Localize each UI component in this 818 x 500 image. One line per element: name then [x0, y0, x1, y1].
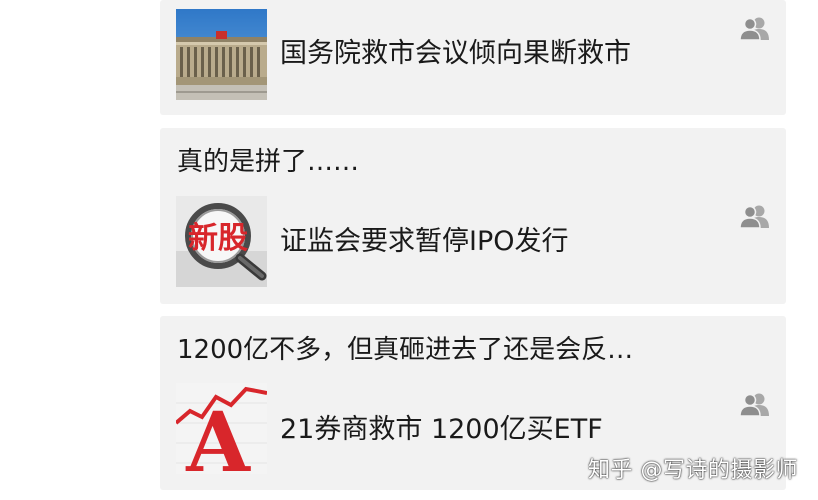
share-comment: 1200亿不多，但真砸进去了还是会反…	[177, 335, 634, 365]
news-title[interactable]: 证监会要求暂停IPO发行	[280, 225, 569, 259]
news-title[interactable]: 国务院救市会议倾向果断救市	[280, 37, 631, 71]
news-card[interactable]: 国务院救市会议倾向果断救市	[160, 0, 786, 115]
news-title[interactable]: 21券商救市 1200亿买ETF	[280, 413, 603, 447]
magnifier-new-shares-photo: 新股	[176, 196, 267, 287]
user-group-icon[interactable]	[739, 392, 770, 417]
news-feed: 国务院救市会议倾向果断救市 真的是拼了…… 新股 证监会要求暂停IPO发行 12…	[0, 0, 818, 500]
news-thumbnail[interactable]: 新股	[176, 196, 267, 287]
news-thumbnail[interactable]: A	[176, 383, 267, 474]
government-building-photo	[176, 9, 267, 100]
news-thumbnail[interactable]	[176, 9, 267, 100]
letter-a-text: A	[185, 395, 251, 474]
zhihu-watermark: 知乎 @写诗的摄影师	[588, 458, 798, 483]
news-card[interactable]: 真的是拼了…… 新股 证监会要求暂停IPO发行	[160, 128, 786, 304]
red-letter-a-chart-photo: A	[176, 383, 267, 474]
user-group-icon[interactable]	[739, 16, 770, 41]
share-comment: 真的是拼了……	[177, 147, 360, 177]
user-group-icon[interactable]	[739, 204, 770, 229]
new-shares-text: 新股	[188, 221, 248, 256]
